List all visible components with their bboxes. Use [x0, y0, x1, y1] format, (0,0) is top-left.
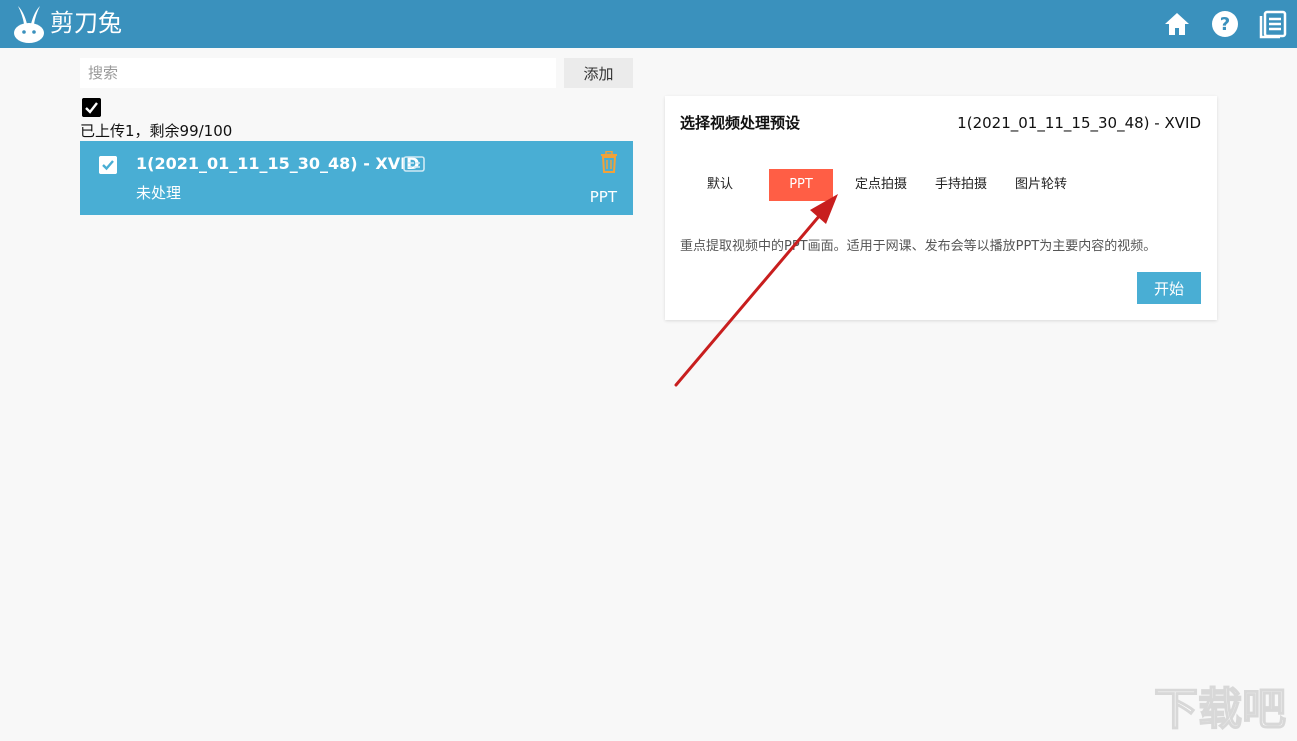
file-status: 未处理	[136, 184, 182, 202]
tab-handheld-shot[interactable]: 手持拍摄	[929, 169, 993, 201]
home-icon[interactable]	[1162, 9, 1192, 39]
panel-file-name: 1(2021_01_11_15_30_48) - XVID	[957, 114, 1201, 132]
subtitle-icon[interactable]	[403, 155, 425, 173]
app-title: 剪刀兔	[50, 9, 122, 37]
svg-text:下载吧: 下载吧	[1154, 684, 1286, 735]
svg-text:?: ?	[1220, 14, 1230, 35]
top-bar: 剪刀兔 ?	[0, 0, 1297, 48]
upload-status: 已上传1，剩余99/100	[80, 122, 233, 140]
panel-title: 选择视频处理预设	[680, 114, 801, 132]
watermark-logo: 下载吧	[1153, 683, 1287, 736]
file-checkbox[interactable]	[99, 156, 117, 174]
tab-fixed-shot[interactable]: 定点拍摄	[849, 169, 913, 201]
select-all-checkbox[interactable]	[82, 98, 101, 117]
rabbit-logo-icon	[14, 6, 44, 43]
tab-image-rotation[interactable]: 图片轮转	[1009, 169, 1073, 201]
preset-panel: 选择视频处理预设 1(2021_01_11_15_30_48) - XVID 默…	[665, 96, 1217, 320]
file-preset-label: PPT	[589, 188, 617, 206]
tab-ppt[interactable]: PPT	[769, 169, 833, 201]
file-list-item[interactable]: 1(2021_01_11_15_30_48) - XVID 未处理 PPT	[80, 141, 633, 215]
add-button[interactable]: 添加	[564, 58, 633, 88]
search-input[interactable]	[80, 58, 556, 88]
tab-default[interactable]: 默认	[688, 169, 752, 201]
file-name: 1(2021_01_11_15_30_48) - XVID	[136, 154, 420, 173]
preset-description: 重点提取视频中的PPT画面。适用于网课、发布会等以播放PPT为主要内容的视频。	[680, 239, 1157, 254]
trash-icon[interactable]	[600, 151, 618, 173]
help-icon[interactable]: ?	[1210, 9, 1240, 39]
start-button[interactable]: 开始	[1137, 272, 1201, 304]
document-list-icon[interactable]	[1258, 9, 1288, 39]
